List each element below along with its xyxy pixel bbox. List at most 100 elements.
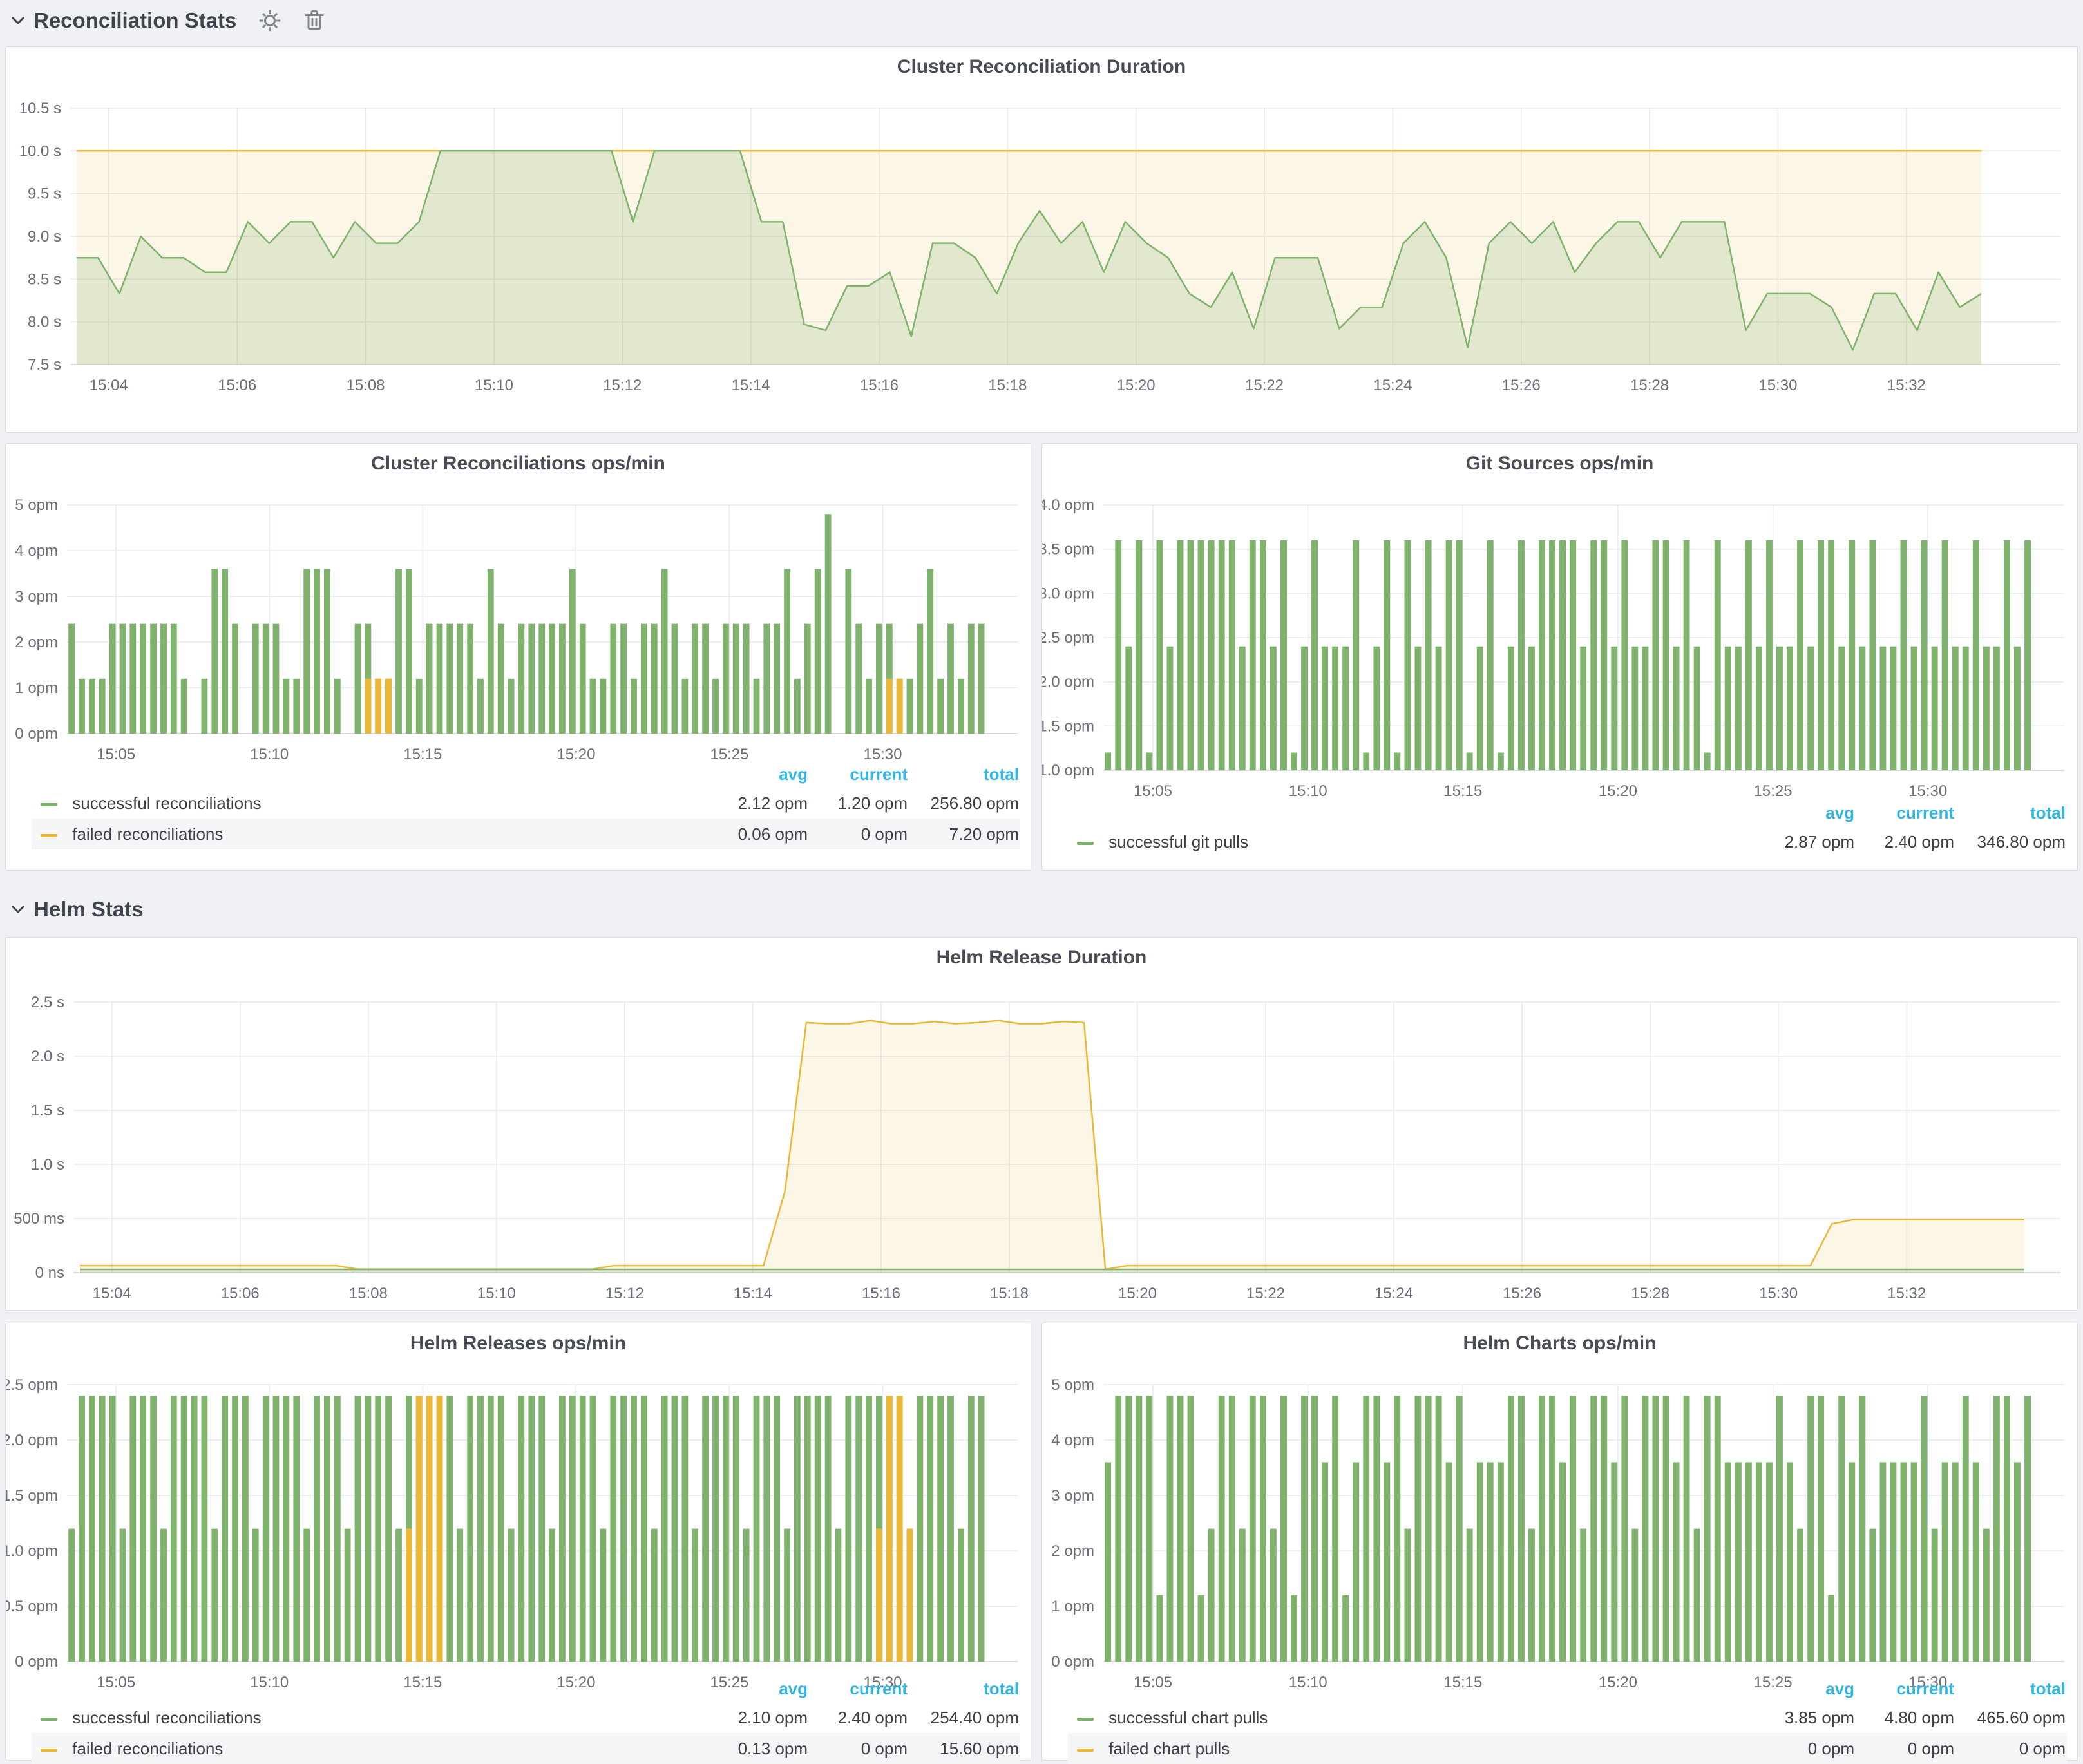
legend-total-value: 254.40 opm bbox=[931, 1702, 1019, 1733]
legend-current-value: 1.20 opm bbox=[838, 788, 908, 819]
legend-header: avg current total bbox=[32, 1679, 1020, 1702]
legend-header-total[interactable]: total bbox=[2030, 803, 2066, 823]
svg-text:2.0 opm: 2.0 opm bbox=[1042, 674, 1094, 691]
svg-text:15:15: 15:15 bbox=[403, 746, 442, 763]
svg-text:15:10: 15:10 bbox=[477, 1285, 516, 1302]
panel-title[interactable]: Cluster Reconciliations ops/min bbox=[6, 453, 1031, 475]
svg-text:15:20: 15:20 bbox=[1117, 377, 1156, 394]
panel-git-sources-opm[interactable]: Git Sources ops/min 15:0515:1015:1515:20… bbox=[1042, 443, 2078, 871]
legend-row-successful-reconciliations[interactable]: successful reconciliations 2.10 opm 2.40… bbox=[32, 1702, 1020, 1733]
svg-text:1.0 s: 1.0 s bbox=[31, 1156, 64, 1173]
legend-header-current[interactable]: current bbox=[850, 1679, 908, 1699]
svg-text:15:32: 15:32 bbox=[1887, 377, 1926, 394]
svg-text:8.0 s: 8.0 s bbox=[28, 314, 61, 331]
legend-row-failed-reconciliations[interactable]: failed reconciliations 0.06 opm 0 opm 7.… bbox=[32, 819, 1020, 849]
svg-text:1.5 s: 1.5 s bbox=[31, 1102, 64, 1119]
legend-avg-value: 2.87 opm bbox=[1785, 826, 1854, 857]
panel-title[interactable]: Git Sources ops/min bbox=[1042, 453, 2077, 475]
legend-header-current[interactable]: current bbox=[850, 764, 908, 784]
chart-canvas-helm-release-duration: 15:0415:0615:0815:1015:1215:1415:1615:18… bbox=[6, 938, 2077, 1310]
legend-label[interactable]: failed reconciliations bbox=[72, 1739, 223, 1758]
legend-header-current[interactable]: current bbox=[1896, 1679, 1954, 1699]
legend-header-avg[interactable]: avg bbox=[1825, 803, 1854, 823]
svg-text:0 opm: 0 opm bbox=[15, 1653, 58, 1671]
legend: avg current total successful git pulls 2… bbox=[1068, 803, 2067, 857]
panel-title[interactable]: Cluster Reconciliation Duration bbox=[6, 56, 2077, 78]
svg-text:2.5 opm: 2.5 opm bbox=[6, 1376, 58, 1394]
svg-text:15:26: 15:26 bbox=[1503, 1285, 1541, 1302]
legend-header-total[interactable]: total bbox=[2030, 1679, 2066, 1699]
svg-text:15:28: 15:28 bbox=[1631, 1285, 1669, 1302]
svg-text:15:10: 15:10 bbox=[250, 746, 289, 763]
svg-text:1.5 opm: 1.5 opm bbox=[1042, 717, 1094, 735]
legend-label[interactable]: successful chart pulls bbox=[1108, 1708, 1268, 1727]
gear-icon[interactable] bbox=[258, 9, 281, 32]
svg-text:10.0 s: 10.0 s bbox=[19, 142, 61, 160]
svg-text:2 opm: 2 opm bbox=[15, 634, 58, 651]
legend-header-avg[interactable]: avg bbox=[779, 764, 808, 784]
svg-text:15:05: 15:05 bbox=[1134, 782, 1172, 800]
legend-header-total[interactable]: total bbox=[984, 764, 1019, 784]
svg-text:15:04: 15:04 bbox=[93, 1285, 131, 1302]
svg-text:15:10: 15:10 bbox=[475, 377, 513, 394]
legend-label[interactable]: failed reconciliations bbox=[72, 824, 223, 844]
svg-text:15:14: 15:14 bbox=[734, 1285, 772, 1302]
svg-text:15:24: 15:24 bbox=[1373, 377, 1412, 394]
svg-text:2.0 s: 2.0 s bbox=[31, 1048, 64, 1065]
svg-text:15:30: 15:30 bbox=[1759, 1285, 1798, 1302]
svg-text:0 opm: 0 opm bbox=[15, 725, 58, 743]
svg-text:3 opm: 3 opm bbox=[1051, 1487, 1094, 1504]
legend-avg-value: 0 opm bbox=[1808, 1733, 1854, 1764]
series-color-marker bbox=[1077, 842, 1094, 845]
svg-text:8.5 s: 8.5 s bbox=[28, 270, 61, 288]
svg-text:3 opm: 3 opm bbox=[15, 588, 58, 605]
series-color-marker bbox=[1077, 1749, 1094, 1752]
legend-row-successful-reconciliations[interactable]: successful reconciliations 2.12 opm 1.20… bbox=[32, 788, 1020, 819]
legend-label[interactable]: successful git pulls bbox=[1108, 832, 1248, 851]
panel-title[interactable]: Helm Releases ops/min bbox=[6, 1332, 1031, 1354]
legend-avg-value: 2.12 opm bbox=[738, 788, 808, 819]
chevron-down-icon bbox=[10, 904, 26, 915]
series-color-marker bbox=[41, 803, 57, 806]
panel-cluster-reconciliations-opm[interactable]: Cluster Reconciliations ops/min 15:0515:… bbox=[5, 443, 1031, 871]
legend-header: avg current total bbox=[1068, 1679, 2067, 1702]
svg-text:5 opm: 5 opm bbox=[1051, 1376, 1094, 1394]
legend-total-value: 346.80 opm bbox=[1977, 826, 2066, 857]
panel-helm-releases-opm[interactable]: Helm Releases ops/min 15:0515:1015:1515:… bbox=[5, 1323, 1031, 1761]
svg-text:15:18: 15:18 bbox=[988, 377, 1027, 394]
legend-header-total[interactable]: total bbox=[984, 1679, 1019, 1699]
panel-helm-release-duration[interactable]: Helm Release Duration 15:0415:0615:0815:… bbox=[5, 937, 2078, 1311]
svg-text:4 opm: 4 opm bbox=[1051, 1432, 1094, 1449]
legend-current-value: 0 opm bbox=[861, 1733, 908, 1764]
svg-text:3.5 opm: 3.5 opm bbox=[1042, 541, 1094, 558]
svg-text:500 ms: 500 ms bbox=[14, 1210, 64, 1228]
svg-text:15:25: 15:25 bbox=[710, 746, 748, 763]
svg-text:15:06: 15:06 bbox=[221, 1285, 260, 1302]
panel-title[interactable]: Helm Charts ops/min bbox=[1042, 1332, 2077, 1354]
trash-icon[interactable] bbox=[303, 9, 325, 32]
svg-text:15:20: 15:20 bbox=[1118, 1285, 1157, 1302]
legend-header-avg[interactable]: avg bbox=[1825, 1679, 1854, 1699]
panel-helm-charts-opm[interactable]: Helm Charts ops/min 15:0515:1015:1515:20… bbox=[1042, 1323, 2078, 1761]
svg-text:5 opm: 5 opm bbox=[15, 497, 58, 514]
legend-header-avg[interactable]: avg bbox=[779, 1679, 808, 1699]
panel-cluster-reconciliation-duration[interactable]: Cluster Reconciliation Duration 15:0415:… bbox=[5, 46, 2078, 433]
section-header-helm-stats[interactable]: Helm Stats bbox=[10, 895, 144, 924]
legend-row-failed-reconciliations[interactable]: failed reconciliations 0.13 opm 0 opm 15… bbox=[32, 1733, 1020, 1764]
svg-text:1.0 opm: 1.0 opm bbox=[6, 1542, 58, 1560]
legend-label[interactable]: failed chart pulls bbox=[1108, 1739, 1230, 1758]
svg-text:15:26: 15:26 bbox=[1502, 377, 1541, 394]
panel-title[interactable]: Helm Release Duration bbox=[6, 947, 2077, 969]
legend-total-value: 15.60 opm bbox=[940, 1733, 1019, 1764]
legend-row-failed-chart-pulls[interactable]: failed chart pulls 0 opm 0 opm 0 opm bbox=[1068, 1733, 2067, 1764]
section-header-reconciliation-stats[interactable]: Reconciliation Stats bbox=[10, 6, 325, 35]
legend-row-successful-git-pulls[interactable]: successful git pulls 2.87 opm 2.40 opm 3… bbox=[1068, 826, 2067, 857]
svg-text:15:20: 15:20 bbox=[1599, 782, 1637, 800]
legend-label[interactable]: successful reconciliations bbox=[72, 1708, 261, 1727]
legend-total-value: 256.80 opm bbox=[931, 788, 1019, 819]
legend-label[interactable]: successful reconciliations bbox=[72, 793, 261, 813]
svg-text:15:14: 15:14 bbox=[732, 377, 770, 394]
svg-text:15:24: 15:24 bbox=[1374, 1285, 1413, 1302]
legend-row-successful-chart-pulls[interactable]: successful chart pulls 3.85 opm 4.80 opm… bbox=[1068, 1702, 2067, 1733]
legend-header-current[interactable]: current bbox=[1896, 803, 1954, 823]
